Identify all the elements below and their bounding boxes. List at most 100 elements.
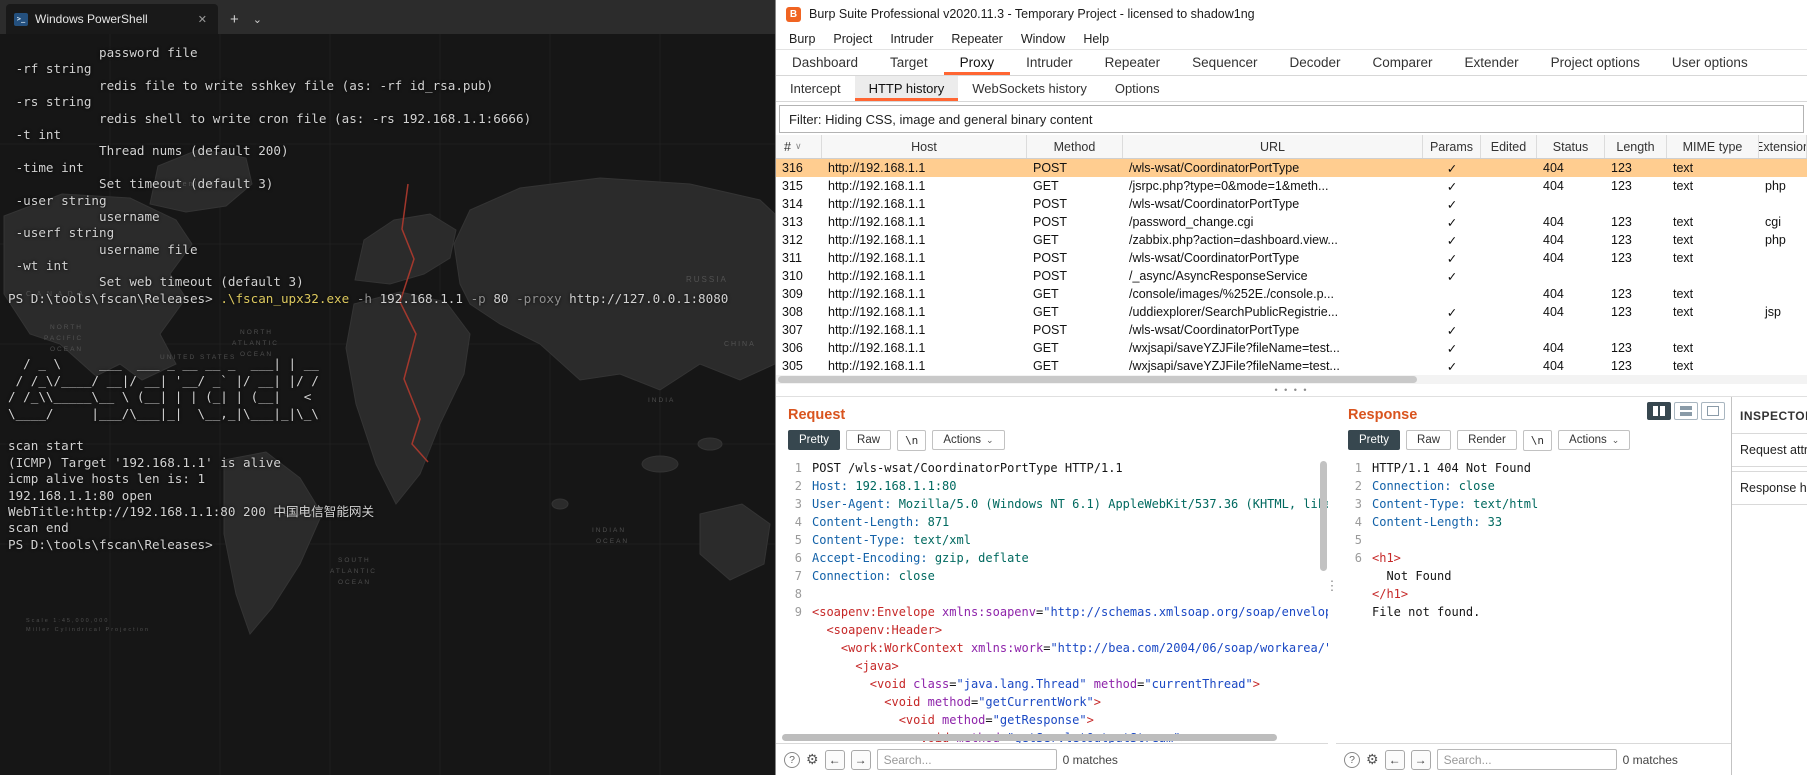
- text-segment: scan start: [8, 438, 84, 454]
- new-tab-button[interactable]: +: [230, 11, 239, 28]
- view-tab-render[interactable]: Render: [1457, 430, 1517, 450]
- terminal-body[interactable]: Greenland C A N A D A RUSSIA UNITED STATES C…: [0, 34, 775, 775]
- newline-toggle-button[interactable]: \n: [1522, 429, 1553, 451]
- request-actions-button[interactable]: Actions ⌄: [932, 430, 1005, 450]
- subtab-options[interactable]: Options: [1101, 76, 1174, 101]
- subtab-http-history[interactable]: HTTP history: [854, 76, 959, 101]
- table-row[interactable]: 311 http://192.168.1.1 POST/wls-wsat/Coord…: [776, 249, 1807, 267]
- view-tab-raw[interactable]: Raw: [846, 430, 892, 450]
- column-header-url[interactable]: URL: [1123, 135, 1423, 158]
- scrollbar-handle[interactable]: [782, 734, 1277, 741]
- inspector-section-response-headers[interactable]: Response headers: [1732, 471, 1807, 505]
- tab-repeater[interactable]: Repeater: [1089, 50, 1177, 75]
- cell-method: GET: [1033, 341, 1059, 355]
- table-row[interactable]: 316 http://192.168.1.1 POST/wls-wsat/Coord…: [776, 159, 1807, 177]
- text-segment: Content-Length:: [1372, 515, 1481, 529]
- scrollbar-handle[interactable]: [778, 376, 1418, 383]
- cell-method: GET: [1033, 179, 1059, 193]
- column-header-edited[interactable]: Edited: [1481, 135, 1537, 158]
- cell-url: /console/images/%252E./console.p...: [1129, 287, 1334, 301]
- tab-dropdown-icon[interactable]: ⌄: [253, 13, 262, 26]
- column-header-length[interactable]: Length: [1605, 135, 1667, 158]
- response-actions-button[interactable]: Actions ⌄: [1558, 430, 1631, 450]
- table-horizontal-scrollbar[interactable]: [776, 375, 1807, 384]
- request-horizontal-scrollbar[interactable]: [782, 734, 1314, 741]
- response-editor[interactable]: 1 HTTP/1.1 404 Not Found 2 Connection: clos…: [1336, 455, 1731, 743]
- tab-target[interactable]: Target: [874, 50, 944, 75]
- prev-match-button[interactable]: ←: [1384, 749, 1405, 770]
- view-tab-pretty[interactable]: Pretty: [788, 430, 841, 450]
- proxy-subtabs: Intercept HTTP history WebSockets history O…: [776, 76, 1807, 102]
- filter-bar[interactable]: Filter: Hiding CSS, image and general bi…: [779, 105, 1804, 133]
- tab-close-icon[interactable]: ✕: [195, 11, 210, 28]
- table-row[interactable]: 307 http://192.168.1.1 POST/wls-wsat/Coord…: [776, 321, 1807, 339]
- prev-match-button[interactable]: ←: [824, 749, 845, 770]
- response-panel: Response Pretty Raw Render \n Actions ⌄ …: [1336, 397, 1731, 775]
- next-match-button[interactable]: →: [850, 749, 871, 770]
- menu-repeater[interactable]: Repeater: [942, 32, 1011, 46]
- menu-window[interactable]: Window: [1012, 32, 1074, 46]
- column-header-params[interactable]: Params: [1423, 135, 1481, 158]
- table-row[interactable]: 310 http://192.168.1.1 POST /_async/AsyncRe…: [776, 267, 1807, 285]
- help-icon[interactable]: ?: [784, 751, 800, 768]
- column-header-host[interactable]: Host: [822, 135, 1027, 158]
- menu-intruder[interactable]: Intruder: [881, 32, 942, 46]
- gear-icon[interactable]: ⚙: [1366, 751, 1379, 768]
- menu-project[interactable]: Project: [824, 32, 881, 46]
- column-header-status[interactable]: Status: [1537, 135, 1605, 158]
- table-row[interactable]: 314 http://192.168.1.1 POST/wls-wsat/Coord…: [776, 195, 1807, 213]
- tab-comparer[interactable]: Comparer: [1357, 50, 1449, 75]
- menu-burp[interactable]: Burp: [780, 32, 824, 46]
- response-search-input[interactable]: [1436, 749, 1617, 770]
- tab-project-options[interactable]: Project options: [1535, 50, 1656, 75]
- column-header-item[interactable]: # ∨: [776, 135, 822, 158]
- cell-ext: [1759, 249, 1807, 267]
- code-line: <void method="getResponse">: [776, 711, 1328, 729]
- request-vertical-scrollbar[interactable]: [1320, 459, 1327, 731]
- cell-length: 123: [1611, 305, 1632, 319]
- tab-user-options[interactable]: User options: [1656, 50, 1764, 75]
- layout-rows-button[interactable]: [1674, 402, 1698, 420]
- layout-columns-button[interactable]: [1647, 402, 1671, 420]
- cell-method: POST: [1033, 323, 1068, 337]
- tab-extender[interactable]: Extender: [1449, 50, 1535, 75]
- vertical-splitter[interactable]: ⋮: [1326, 397, 1339, 775]
- menu-help[interactable]: Help: [1074, 32, 1118, 46]
- column-header-extension[interactable]: Extension: [1759, 135, 1807, 158]
- tab-proxy[interactable]: Proxy: [944, 50, 1011, 75]
- tab-intruder[interactable]: Intruder: [1010, 50, 1089, 75]
- subtab-intercept[interactable]: Intercept: [776, 76, 855, 101]
- gear-icon[interactable]: ⚙: [806, 751, 819, 768]
- tab-sequencer[interactable]: Sequencer: [1176, 50, 1273, 75]
- cell-ext: [1759, 357, 1807, 375]
- table-row[interactable]: 315 http://192.168.1.1 GET/jsrpc.php?type=…: [776, 177, 1807, 195]
- view-tab-raw[interactable]: Raw: [1406, 430, 1452, 450]
- column-header-method[interactable]: Method: [1027, 135, 1123, 158]
- text-segment: Set web timeout (default 3): [8, 274, 304, 290]
- table-row[interactable]: 305 http://192.168.1.1 GET/wxjsapi/saveYZJ…: [776, 357, 1807, 375]
- tab-decoder[interactable]: Decoder: [1273, 50, 1356, 75]
- view-tab-pretty[interactable]: Pretty: [1348, 430, 1401, 450]
- table-row[interactable]: 309 http://192.168.1.1 GET/console/images/…: [776, 285, 1807, 303]
- cell-edited: [1481, 303, 1537, 321]
- table-row[interactable]: 313 http://192.168.1.1 POST/password_chang…: [776, 213, 1807, 231]
- table-row[interactable]: 312 http://192.168.1.1 GET/zabbix.php?acti…: [776, 231, 1807, 249]
- table-row[interactable]: 306 http://192.168.1.1 GET/wxjsapi/saveYZJ…: [776, 339, 1807, 357]
- layout-single-button[interactable]: [1701, 402, 1725, 420]
- tab-dashboard[interactable]: Dashboard: [776, 50, 874, 75]
- column-header-mime-type[interactable]: MIME type: [1667, 135, 1759, 158]
- subtab-websockets-history[interactable]: WebSockets history: [958, 76, 1101, 101]
- cell-url: /jsrpc.php?type=0&mode=1&meth...: [1129, 179, 1329, 193]
- inspector-section-request-attributes[interactable]: Request attributes: [1732, 433, 1807, 467]
- horizontal-splitter[interactable]: • • • •: [776, 384, 1807, 396]
- text-segment: close: [891, 569, 935, 583]
- newline-toggle-button[interactable]: \n: [897, 429, 927, 451]
- request-editor[interactable]: 1 POST /wls-wsat/CoordinatorPortType HTTP…: [776, 455, 1328, 743]
- request-search-input[interactable]: [876, 749, 1057, 770]
- help-icon[interactable]: ?: [1344, 751, 1360, 768]
- next-match-button[interactable]: →: [1410, 749, 1431, 770]
- scrollbar-handle[interactable]: [1320, 461, 1327, 571]
- table-row[interactable]: 308 http://192.168.1.1 GET/uddiexplorer/Se…: [776, 303, 1807, 321]
- terminal-tab-powershell[interactable]: >_ Windows PowerShell ✕: [6, 4, 218, 34]
